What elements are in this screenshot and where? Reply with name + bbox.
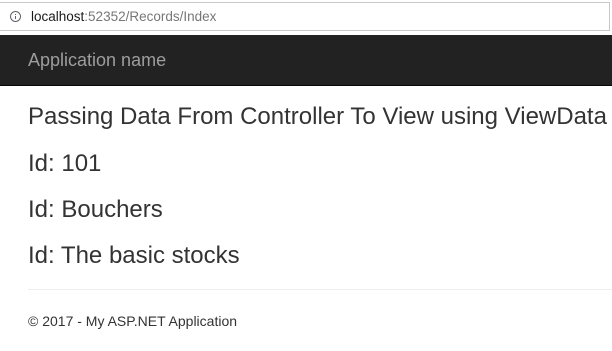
record-field-value: Bouchers <box>61 196 163 223</box>
info-circle-icon[interactable] <box>10 11 21 22</box>
record-field-label: Id: <box>28 242 61 269</box>
record-field-value: 101 <box>61 150 102 177</box>
record-id-line: Id: 101 <box>28 150 101 178</box>
browser-address-bar: localhost:52352/Records/Index <box>0 0 612 34</box>
record-field-value: The basic stocks <box>60 242 240 269</box>
page-heading: Passing Data From Controller To View usi… <box>28 103 607 130</box>
navbar-brand-link[interactable]: Application name <box>28 50 166 70</box>
record-field-label: Id: <box>28 150 62 177</box>
url-host: localhost <box>31 9 85 24</box>
record-field-label: Id: <box>28 196 62 223</box>
footer-divider <box>28 289 612 290</box>
url-path: :52352/Records/Index <box>84 9 217 24</box>
top-navbar: Application name <box>0 35 612 86</box>
url-text[interactable]: localhost:52352/Records/Index <box>31 8 216 26</box>
footer-copyright: © 2017 - My ASP.NET Application <box>28 313 238 329</box>
record-description-line: Id: The basic stocks <box>28 242 240 270</box>
record-name-line: Id: Bouchers <box>28 196 163 224</box>
url-field[interactable]: localhost:52352/Records/Index <box>0 2 610 31</box>
